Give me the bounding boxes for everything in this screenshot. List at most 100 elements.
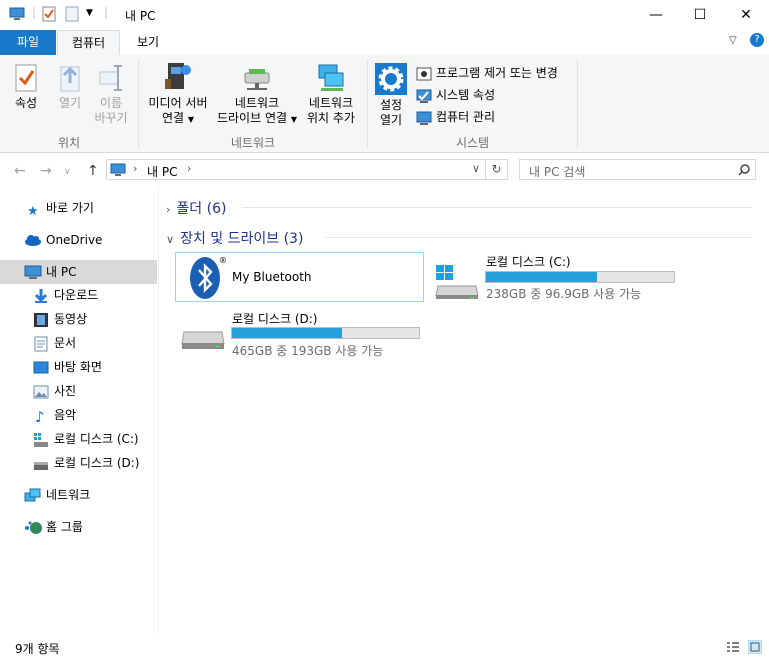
drive-icon: [34, 462, 48, 470]
nav-quick-access[interactable]: ★ 바로 가기: [0, 196, 157, 220]
open-label: 열기: [58, 96, 82, 110]
breadcrumb-separator-icon[interactable]: ›: [133, 162, 137, 175]
open-settings-button[interactable]: 설정 열기: [372, 63, 410, 128]
add-location-label-2: 위치 추가: [307, 111, 355, 125]
status-bar: 9개 항목: [0, 634, 769, 659]
tab-view[interactable]: 보기: [120, 30, 176, 55]
help-icon[interactable]: ?: [750, 33, 764, 47]
uninstall-program-button[interactable]: 프로그램 제거 또는 변경: [416, 63, 558, 83]
divider: |: [32, 5, 37, 19]
address-bar[interactable]: › 내 PC › ∨: [106, 159, 486, 180]
devices-header-label: 장치 및 드라이브 (3): [180, 231, 304, 247]
open-button[interactable]: 열기: [50, 63, 90, 111]
maximize-button[interactable]: ☐: [677, 0, 723, 30]
network-icon: [24, 488, 41, 502]
expand-ribbon-icon[interactable]: ▽: [729, 35, 737, 46]
chevron-down-icon: ∨: [166, 233, 175, 246]
ribbon-separator: [577, 59, 578, 149]
drive-d-tile[interactable]: 로컬 디스크 (D:) 465GB 중 193GB 사용 가능: [177, 308, 427, 358]
refresh-button[interactable]: ↻: [486, 159, 508, 180]
nav-label: 동영상: [54, 312, 88, 326]
bluetooth-device-tile[interactable]: ® My Bluetooth: [175, 252, 424, 302]
drive-d-name: 로컬 디스크 (D:): [232, 312, 318, 326]
nav-local-disk-d[interactable]: 로컬 디스크 (D:): [0, 451, 157, 475]
forward-button[interactable]: →: [40, 163, 52, 179]
large-icons-view-icon[interactable]: [748, 640, 762, 654]
cloud-icon: [25, 235, 41, 246]
breadcrumb-separator-icon[interactable]: ›: [187, 162, 191, 175]
nav-documents[interactable]: 문서: [0, 331, 157, 355]
up-button[interactable]: ↑: [87, 163, 99, 179]
folders-group-header[interactable]: › 폴더 (6): [166, 198, 756, 218]
minimize-icon: —: [649, 7, 663, 23]
nav-music[interactable]: ♪ 음악: [0, 403, 157, 427]
media-server-label-1: 미디어 서버: [148, 96, 208, 110]
nav-downloads[interactable]: 다운로드: [0, 283, 157, 307]
minimize-button[interactable]: —: [633, 0, 679, 30]
nav-label: 홈 그룹: [46, 520, 83, 534]
nav-local-disk-c[interactable]: 로컬 디스크 (C:): [0, 427, 157, 451]
drive-c-tile[interactable]: 로컬 디스크 (C:) 238GB 중 96.9GB 사용 가능: [431, 252, 681, 302]
nav-homegroup[interactable]: 홈 그룹: [0, 515, 157, 539]
media-server-icon: [165, 63, 191, 89]
customize-quick-access-icon[interactable]: ▼: [86, 8, 93, 18]
desktop-icon: [33, 361, 49, 374]
tab-computer[interactable]: 컴퓨터: [57, 30, 120, 55]
computer-management-button[interactable]: 컴퓨터 관리: [416, 107, 495, 127]
search-placeholder: 내 PC 검색: [529, 165, 586, 179]
drive-d-detail: 465GB 중 193GB 사용 가능: [232, 344, 384, 358]
media-server-label-2: 연결: [161, 111, 185, 125]
details-view-icon[interactable]: [726, 640, 740, 654]
map-drive-label-1: 네트워크: [234, 96, 280, 110]
nav-this-pc[interactable]: 내 PC: [0, 260, 157, 284]
media-server-button[interactable]: 미디어 서버 연결 ▼: [142, 61, 214, 127]
header-rule: [242, 207, 752, 208]
close-button[interactable]: ✕: [723, 0, 769, 30]
recent-locations-icon[interactable]: ∨: [64, 167, 71, 177]
tab-file[interactable]: 파일: [0, 30, 56, 55]
nav-pictures[interactable]: 사진: [0, 379, 157, 403]
settings-label-2: 열기: [379, 113, 403, 127]
drive-d-usage-bar: [231, 327, 420, 339]
system-properties-icon: [416, 89, 432, 103]
system-properties-button[interactable]: 시스템 속성: [416, 85, 495, 105]
picture-icon: [33, 385, 49, 399]
uninstall-label: 프로그램 제거 또는 변경: [436, 66, 558, 80]
pane-divider[interactable]: [158, 189, 159, 633]
address-dropdown-icon[interactable]: ∨: [472, 162, 480, 175]
system-properties-label: 시스템 속성: [436, 88, 496, 102]
nav-label: 바탕 화면: [54, 360, 102, 374]
rename-icon: [99, 65, 122, 91]
svg-text:®: ®: [219, 256, 226, 265]
gear-icon: [375, 63, 407, 95]
nav-onedrive[interactable]: OneDrive: [0, 228, 157, 252]
properties-button[interactable]: 속성: [6, 63, 46, 111]
computer-icon: [9, 7, 25, 20]
rename-button[interactable]: 이름 바꾸기: [91, 63, 131, 126]
navigation-pane: ★ 바로 가기 OneDrive 내 PC 다운로드 동영상 문서 바탕 화면 …: [0, 189, 158, 633]
windows-drive-icon: [34, 433, 48, 447]
settings-label-1: 설정: [379, 98, 403, 112]
nav-desktop[interactable]: 바탕 화면: [0, 355, 157, 379]
add-network-location-button[interactable]: 네트워크 위치 추가: [300, 61, 362, 126]
usage-fill: [486, 272, 597, 282]
new-folder-quick-icon[interactable]: [64, 6, 80, 22]
homegroup-icon: [25, 521, 42, 534]
back-button[interactable]: ←: [14, 163, 26, 179]
breadcrumb-this-pc[interactable]: 내 PC: [147, 163, 177, 180]
properties-quick-icon[interactable]: [41, 6, 57, 22]
search-icon[interactable]: [738, 164, 750, 176]
folders-header-label: 폴더 (6): [176, 201, 227, 217]
rename-label-1: 이름: [99, 96, 123, 110]
group-location-label: 위치: [57, 136, 81, 150]
divider: |: [104, 5, 109, 19]
devices-group-header[interactable]: ∨ 장치 및 드라이브 (3): [166, 228, 756, 248]
nav-network[interactable]: 네트워크: [0, 483, 157, 507]
open-icon: [60, 66, 80, 92]
nav-label: 음악: [54, 408, 77, 422]
map-network-drive-button[interactable]: 네트워크 드라이브 연결 ▼: [214, 61, 300, 127]
nav-videos[interactable]: 동영상: [0, 307, 157, 331]
search-box[interactable]: 내 PC 검색: [519, 159, 756, 180]
title-bar: | ▼ | 내 PC — ☐ ✕: [0, 0, 769, 30]
dropdown-arrow-icon: ▼: [187, 115, 195, 124]
